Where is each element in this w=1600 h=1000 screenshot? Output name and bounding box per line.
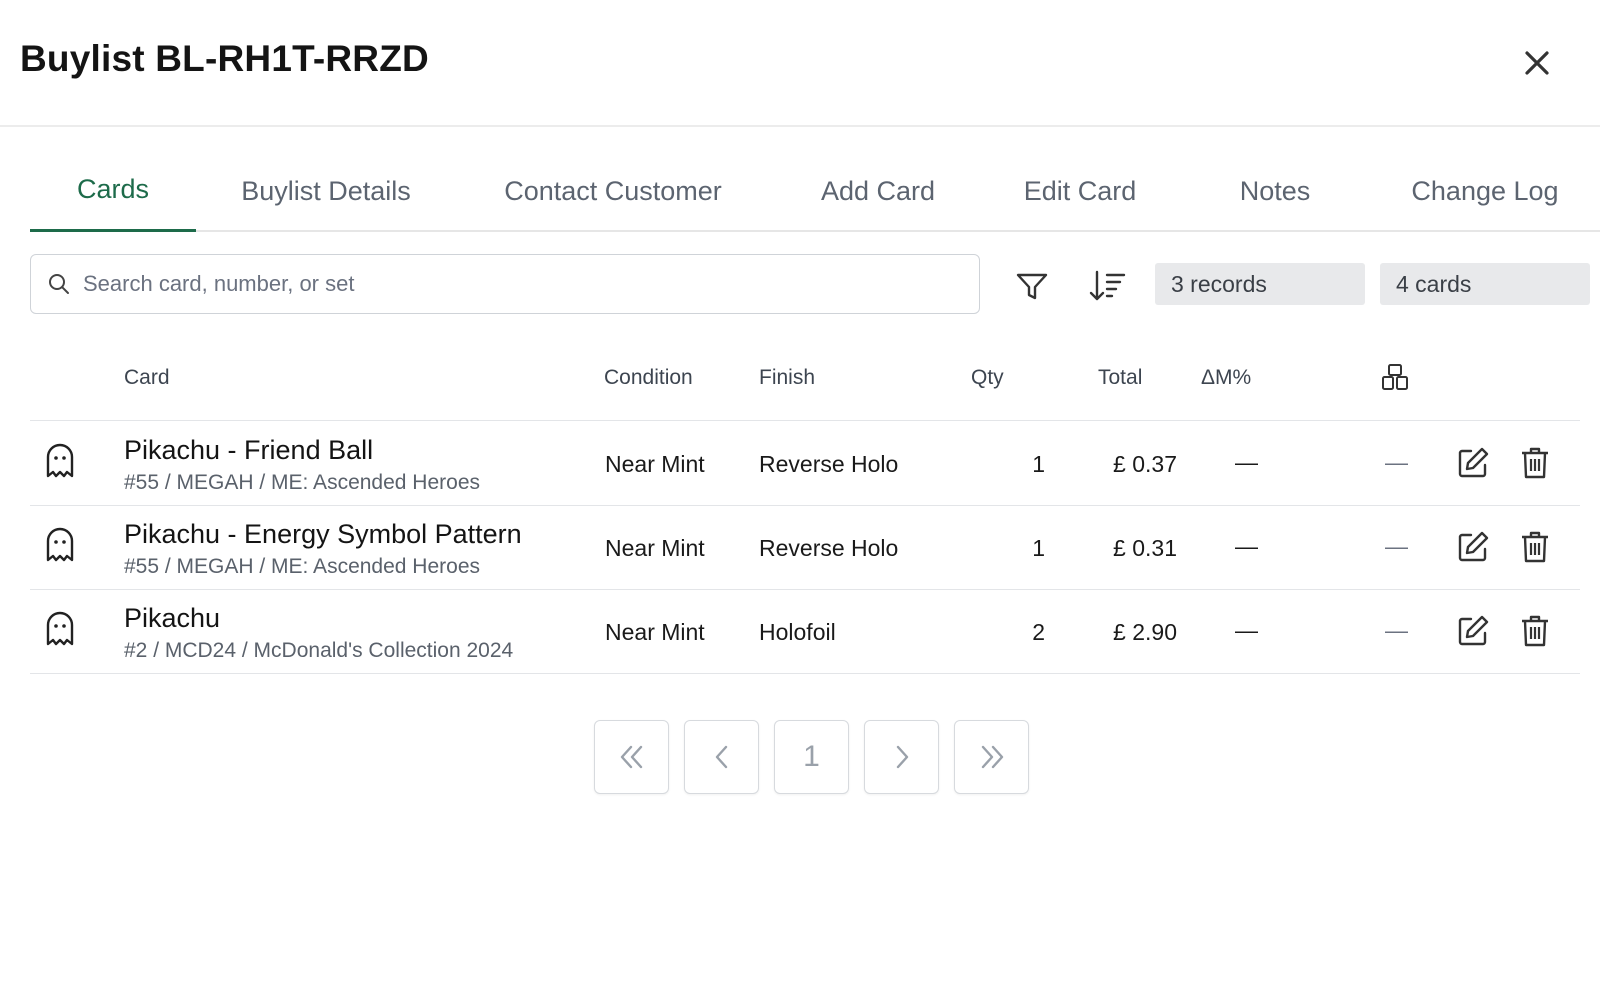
tab-bar: Cards Buylist Details Contact Customer A… [30,150,1600,232]
trash-icon [1522,447,1548,479]
filter-icon [1016,273,1048,300]
column-header-delta[interactable]: ΔM% [1201,366,1251,390]
modal-header: Buylist BL-RH1T-RRZD [0,0,1600,127]
search-box [30,254,980,314]
grid-pin-icon [1382,364,1408,390]
sort-icon [1089,270,1126,301]
delete-button[interactable] [1515,443,1555,483]
card-qty: 1 [1032,451,1045,477]
card-pin-value: — [1385,449,1408,475]
chevrons-left-icon [620,745,642,769]
card-details: #55 / MEGAH / ME: Ascended Heroes [124,471,480,494]
card-name: Pikachu [124,603,221,633]
card-total: £ 2.90 [1113,619,1177,645]
card-finish: Reverse Holo [759,535,899,561]
table-row[interactable]: Pikachu - Energy Symbol Pattern #55 / ME… [30,505,1580,589]
card-total: £ 0.31 [1113,535,1177,561]
card-details: #55 / MEGAH / ME: Ascended Heroes [124,555,480,578]
edit-button[interactable] [1453,611,1493,651]
chevrons-right-icon [981,745,1003,769]
close-icon [1525,51,1549,75]
edit-icon [1458,615,1489,646]
card-condition: Near Mint [605,619,705,645]
tab-add-card[interactable]: Add Card [803,150,953,232]
page-number-button[interactable]: 1 [774,720,849,794]
edit-button[interactable] [1453,443,1493,483]
card-pin-value: — [1385,617,1408,643]
column-header-total[interactable]: Total [1098,366,1142,390]
chevron-left-icon [715,745,727,769]
tab-change-log[interactable]: Change Log [1400,150,1570,232]
modal-title: Buylist BL-RH1T-RRZD [20,38,429,79]
ghost-icon [46,443,74,478]
card-finish: Holofoil [759,619,836,645]
close-button[interactable] [1516,42,1558,84]
delete-button[interactable] [1515,611,1555,651]
ghost-icon [46,611,74,646]
column-header-card[interactable]: Card [124,366,170,390]
column-header-pin[interactable] [1381,363,1409,399]
edit-icon [1458,447,1489,478]
edit-button[interactable] [1453,527,1493,567]
card-qty: 1 [1032,535,1045,561]
filter-button[interactable] [1010,264,1054,308]
column-header-finish[interactable]: Finish [759,366,815,390]
card-finish: Reverse Holo [759,451,899,477]
card-delta: — [1235,533,1258,559]
tab-edit-card[interactable]: Edit Card [1005,150,1155,232]
edit-icon [1458,531,1489,562]
card-delta: — [1235,449,1258,475]
card-details: #2 / MCD24 / McDonald's Collection 2024 [124,639,514,662]
ghost-icon [46,527,74,562]
tab-contact-customer[interactable]: Contact Customer [488,150,738,232]
tab-notes[interactable]: Notes [1220,150,1330,232]
first-page-button[interactable] [594,720,669,794]
card-condition: Near Mint [605,535,705,561]
card-delta: — [1235,617,1258,643]
card-condition: Near Mint [605,451,705,477]
sort-button[interactable] [1085,264,1129,308]
next-page-button[interactable] [864,720,939,794]
card-pin-value: — [1385,533,1408,559]
column-header-condition[interactable]: Condition [604,366,693,390]
delete-button[interactable] [1515,527,1555,567]
cards-count-badge: 4 cards [1380,263,1590,305]
card-name: Pikachu - Energy Symbol Pattern [124,519,522,549]
card-name: Pikachu - Friend Ball [124,435,374,465]
trash-icon [1522,615,1548,647]
prev-page-button[interactable] [684,720,759,794]
card-total: £ 0.37 [1113,451,1177,477]
table-row[interactable]: Pikachu - Friend Ball #55 / MEGAH / ME: … [30,421,1580,505]
trash-icon [1522,531,1548,563]
card-qty: 2 [1032,619,1045,645]
table-divider [30,673,1580,674]
chevron-right-icon [896,745,908,769]
records-count-badge: 3 records [1155,263,1365,305]
last-page-button[interactable] [954,720,1029,794]
tab-buylist-details[interactable]: Buylist Details [226,150,426,232]
search-input[interactable] [83,271,943,297]
table-row[interactable]: Pikachu #2 / MCD24 / McDonald's Collecti… [30,589,1580,673]
tab-cards[interactable]: Cards [30,150,196,232]
column-header-qty[interactable]: Qty [971,366,1004,390]
search-icon [49,274,69,294]
